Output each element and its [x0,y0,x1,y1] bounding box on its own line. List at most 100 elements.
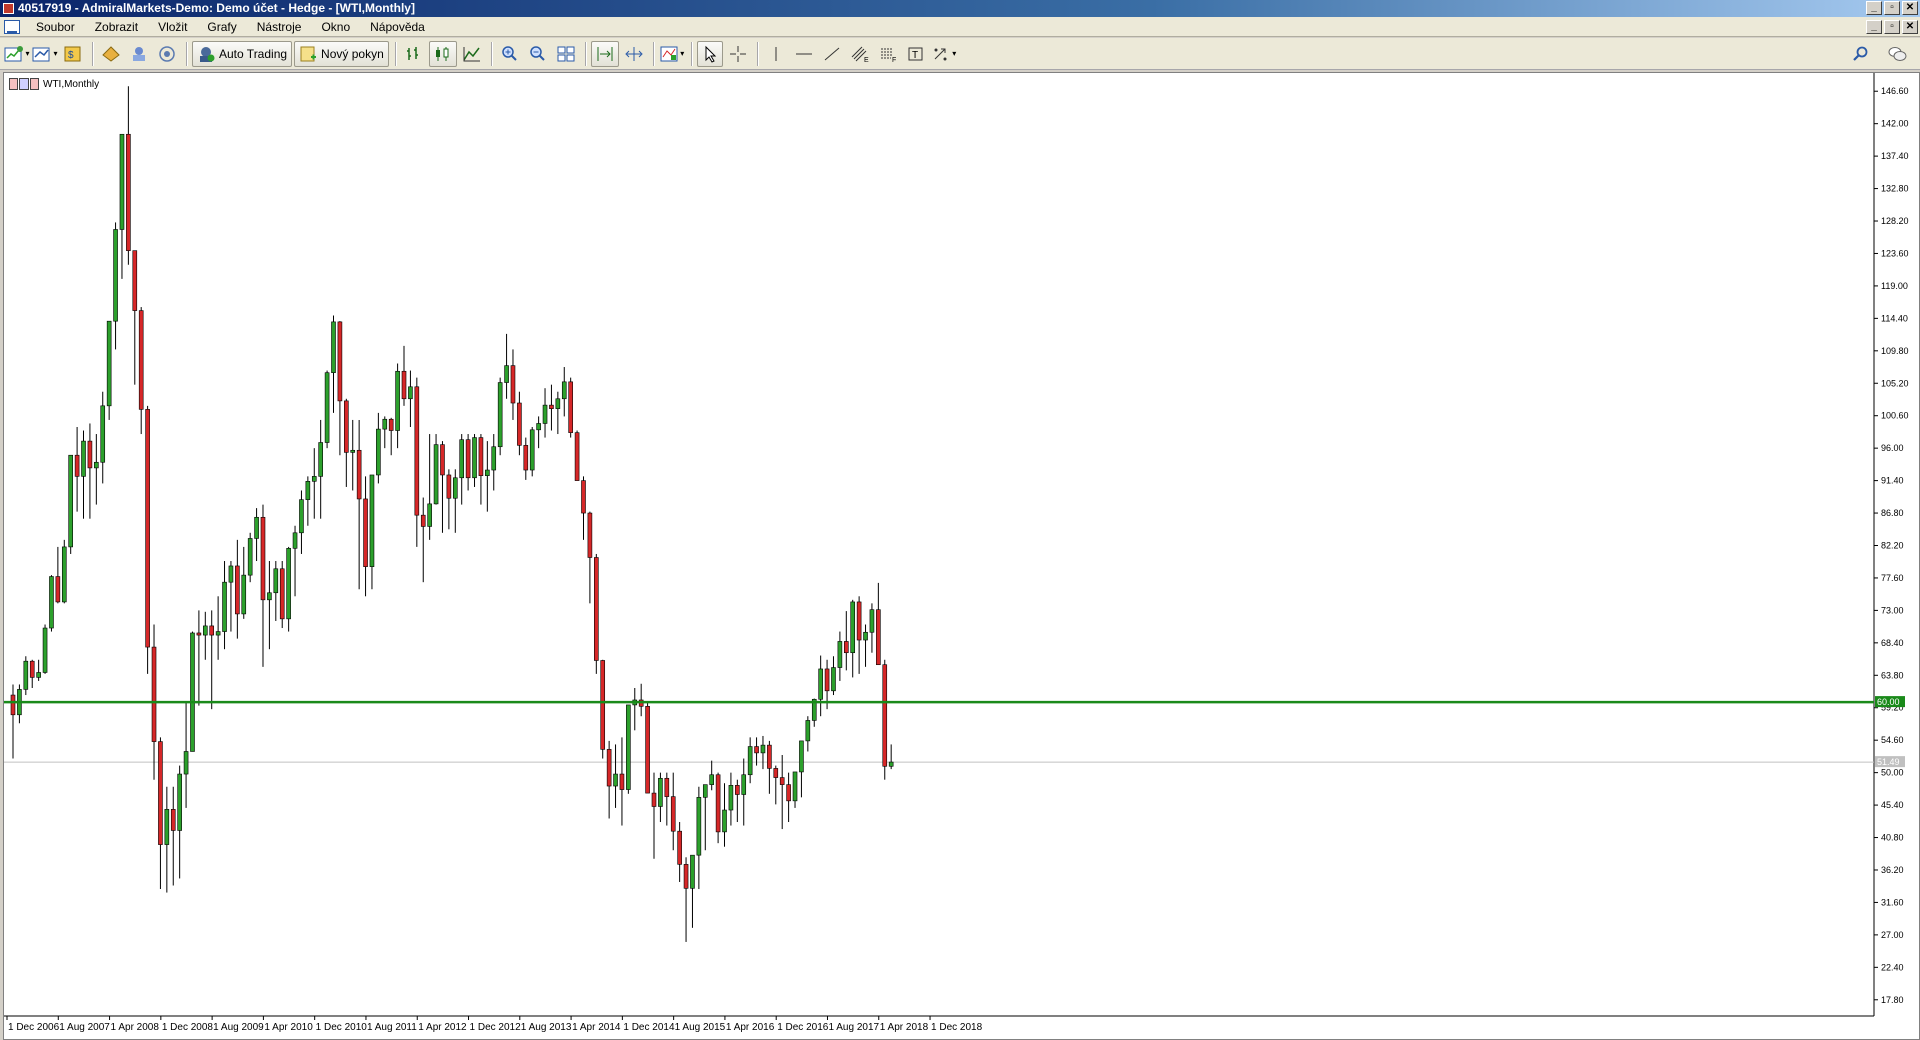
cursor-tool-button[interactable] [696,40,723,67]
data-window-icon [102,45,120,62]
candle-body [241,574,247,615]
candle-body [177,773,182,831]
menu-grafy[interactable]: Grafy [197,17,246,37]
tile-windows-button[interactable] [553,41,579,67]
maximize-button[interactable]: ▫ [1884,1,1900,15]
new-chart-button[interactable]: ▾ [4,41,30,67]
menu-zobrazit[interactable]: Zobrazit [85,17,148,37]
crosshair-tool-button[interactable] [725,41,751,67]
menu-napoveda[interactable]: Nápověda [360,17,435,37]
text-tool-button[interactable]: T [903,41,929,67]
toolbar-separator [584,41,587,66]
candle-body [831,667,836,692]
zoom-out-button[interactable] [525,41,551,67]
candle-body [292,532,298,549]
candlestick-chart-button[interactable] [428,40,457,67]
chart-symbol-label: WTI,Monthly [9,78,99,90]
time-tick-label: 1 Aug 2011 [367,1022,417,1033]
indicators-icon [660,46,678,61]
indicators-button[interactable]: ▾ [659,41,685,67]
navigator-icon [133,46,145,61]
price-tick-label: 91.40 [1881,476,1904,486]
candle-body [427,503,432,527]
horizontal-line-tool-button[interactable] [791,41,817,67]
arrows-tool-button[interactable]: ▾ [931,41,957,67]
menu-soubor[interactable]: Soubor [26,17,85,37]
candle-body [228,565,234,583]
menu-okno[interactable]: Okno [311,17,360,37]
candle-body [747,746,753,776]
candle-body [376,428,381,476]
candle-body [709,774,714,785]
candle-body [222,581,227,632]
candle-body [613,773,618,787]
time-tick-label: 1 Apr 2018 [880,1022,929,1033]
close-button[interactable]: ✕ [1902,1,1918,15]
candle-body [549,404,554,409]
candle-body [363,498,368,567]
zoom-out-icon [530,45,545,61]
vertical-line-tool-button[interactable] [763,41,789,67]
time-tick-label: 1 Apr 2016 [726,1022,775,1033]
candle-body [856,601,862,641]
mdi-minimize-button[interactable]: _ [1866,20,1882,34]
candle-body [29,660,35,678]
candle-body [190,632,195,752]
menu-nastroje[interactable]: Nástroje [247,17,312,37]
menu-vlozit[interactable]: Vložit [148,17,197,37]
new-order-icon [300,46,317,61]
candle-body [594,557,599,661]
fibonacci-tool-button[interactable]: F [875,41,901,67]
auto-trading-button[interactable]: Auto Trading [192,40,293,67]
search-button[interactable] [1848,41,1874,67]
candle-body [395,370,400,431]
candle-body [600,660,606,750]
chart-shift-button[interactable] [621,41,647,67]
chart-window[interactable]: 17.80 22.40 27.00 31.60 36.20 40.80 45.40 50.00… [3,72,1920,1040]
bar-chart-button[interactable] [401,41,427,67]
candle-body [690,854,695,889]
zoom-in-button[interactable] [497,41,523,67]
trendline-tool-button[interactable] [819,41,845,67]
minimize-button[interactable]: _ [1866,1,1882,15]
candle-body [10,694,16,716]
candle-body [485,469,490,476]
time-tick-label: 1 Dec 2016 [777,1022,829,1033]
horizontal-line-icon [795,53,812,54]
mdi-restore-button[interactable]: ▫ [1884,20,1900,34]
price-tick-label: 114.40 [1881,313,1908,323]
equidistant-channel-tool-button[interactable]: E [847,41,873,67]
price-chart[interactable]: 17.80 22.40 27.00 31.60 36.20 40.80 45.40 50.00… [4,73,1919,1039]
new-order-button[interactable]: Nový pokyn [294,40,389,67]
price-tick-label: 40.80 [1881,833,1904,843]
mdi-close-button[interactable]: ✕ [1902,20,1918,34]
candle-body [779,777,785,785]
time-tick-label: 1 Dec 2008 [162,1022,214,1033]
auto-scroll-button[interactable] [590,40,619,67]
time-tick-label: 1 Apr 2014 [572,1022,621,1033]
candle-body [626,704,631,790]
candle-body [805,720,811,742]
signals-button[interactable] [154,41,180,67]
navigator-button[interactable] [126,41,152,67]
profiles-button[interactable]: ▾ [32,41,58,67]
chart-window-icon[interactable] [4,19,20,34]
candle-body [61,546,67,603]
menu-bar: Soubor Zobrazit Vložit Grafy Nástroje Ok… [0,17,1920,37]
price-tick-label: 105.20 [1881,378,1909,388]
line-chart-button[interactable] [459,41,485,67]
market-watch-button[interactable]: $ [60,41,86,67]
candle-body [587,512,593,558]
price-tick-label: 45.40 [1881,800,1904,810]
candle-body [446,474,452,499]
candle-body [350,449,356,453]
candlestick-chart-icon [435,46,449,61]
chat-button[interactable] [1884,41,1910,67]
candle-body [388,418,394,431]
vertical-line-icon [775,46,777,61]
crosshair-icon [729,45,746,62]
price-tick-label: 100.60 [1881,411,1909,421]
candle-body [792,771,798,802]
data-window-button[interactable] [98,41,124,67]
candle-body [318,442,323,477]
